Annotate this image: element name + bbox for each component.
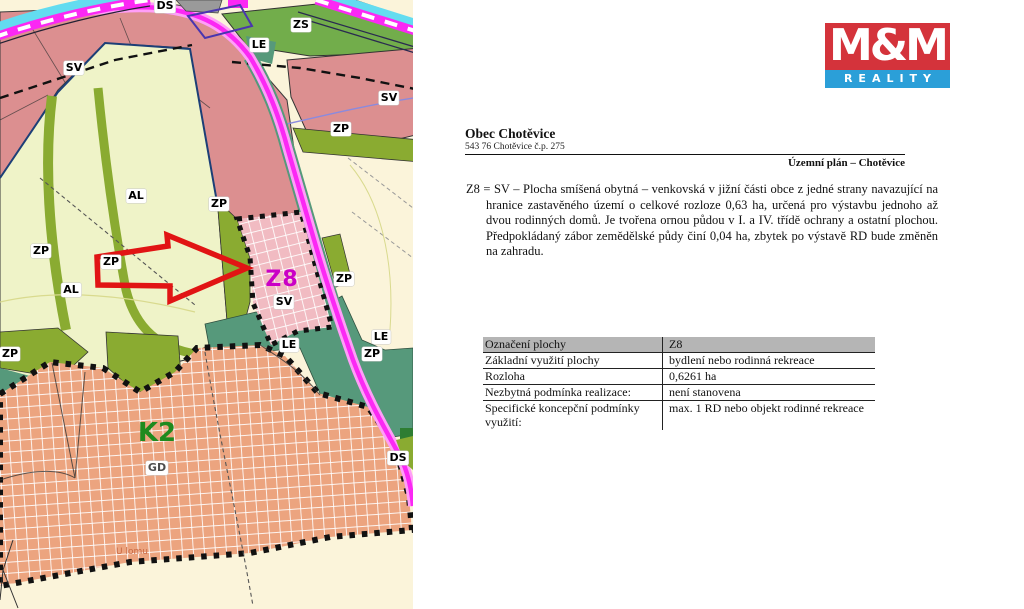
- table-row: Rozloha 0,6261 ha: [483, 369, 875, 385]
- document-title: Územní plán – Chotěvice: [787, 157, 905, 169]
- plot-table: Označení plochy Z8 Základní využití plochy…: [483, 337, 875, 430]
- municipality-address: 543 76 Chotěvice č.p. 275: [465, 142, 565, 152]
- table-cell-label: Nezbytná podmínka realizace:: [483, 385, 663, 400]
- municipality-name: Obec Chotěvice: [465, 126, 556, 141]
- logo-reality-text: REALITY: [825, 70, 950, 88]
- table-cell-value: 0,6261 ha: [669, 369, 717, 383]
- table-cell-value: max. 1 RD nebo objekt rodinné rekreace: [669, 401, 864, 415]
- zoning-map: DS ZS LE SV SV ZP AL ZP ZP ZP AL ZP Z8 SV LE LE ZP ZP K2 GD…: [0, 0, 413, 609]
- table-cell-label: Rozloha: [483, 369, 663, 384]
- header-rule: [465, 154, 905, 155]
- screenshot: DS ZS LE SV SV ZP AL ZP ZP ZP AL ZP Z8 SV LE LE ZP ZP K2 GD…: [0, 0, 1024, 609]
- table-cell-value: bydlení nebo rodinná rekreace: [669, 353, 815, 367]
- table-cell-label: Označení plochy: [483, 337, 663, 352]
- document-panel: M&M REALITY Obec Chotěvice 543 76 Chotěv…: [413, 0, 1024, 609]
- table-cell-label: Specifické koncepční podmínky využití:: [483, 401, 663, 430]
- table-cell-value: Z8: [669, 337, 683, 351]
- table-row: Specifické koncepční podmínky využití: ma…: [483, 401, 875, 430]
- table-row: Označení plochy Z8: [483, 337, 875, 353]
- zoning-map-svg: [0, 0, 413, 609]
- logo-mm-text: M&M: [825, 23, 950, 70]
- table-cell-value: není stanovena: [669, 385, 741, 399]
- table-row: Základní využití plochy bydlení nebo rodi…: [483, 353, 875, 369]
- table-cell-label: Základní využití plochy: [483, 353, 663, 368]
- plot-description: Z8 = SV – Plocha smíšená obytná – venkov…: [466, 182, 938, 259]
- mm-reality-logo: M&M REALITY: [825, 23, 950, 88]
- table-row: Nezbytná podmínka realizace: není stanove…: [483, 385, 875, 401]
